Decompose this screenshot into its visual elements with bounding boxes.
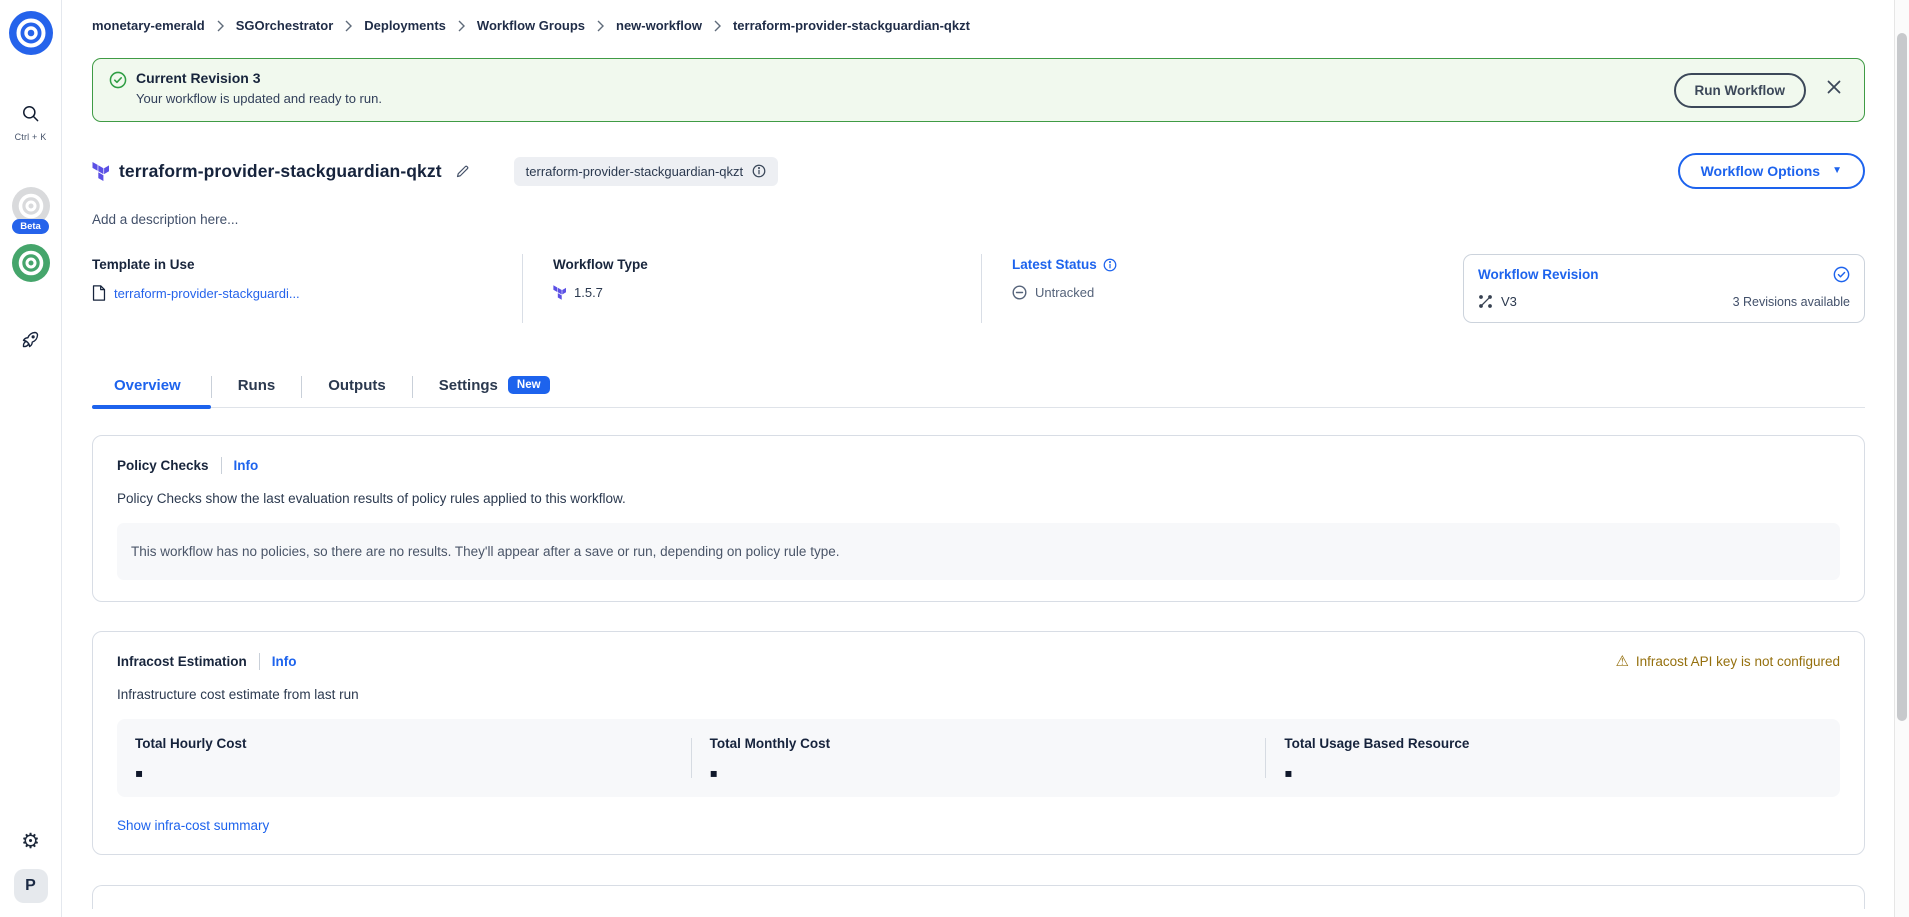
chevron-right-icon <box>713 20 722 32</box>
check-circle-icon <box>1833 266 1850 283</box>
infracost-title: Infracost Estimation <box>117 654 247 669</box>
terraform-icon <box>92 162 109 181</box>
policy-description: Policy Checks show the last evaluation r… <box>117 491 1840 506</box>
policy-checks-card: Policy Checks Info Policy Checks show th… <box>92 435 1865 602</box>
divider <box>259 653 260 670</box>
latest-status-value: Untracked <box>1035 285 1094 300</box>
page-title: terraform-provider-stackguardian-qkzt <box>119 161 442 182</box>
scrollbar-thumb[interactable] <box>1897 33 1907 721</box>
metric-usage-value: ▪ <box>1284 766 1822 780</box>
divider <box>221 457 222 474</box>
settings-gear-icon[interactable]: ⚙ <box>21 831 40 852</box>
revision-graph-icon <box>1478 294 1493 309</box>
policy-checks-title: Policy Checks <box>117 458 209 473</box>
metric-monthly-cost: Total Monthly Cost ▪ <box>692 736 1266 780</box>
breadcrumb-orchestrator[interactable]: SGOrchestrator <box>236 18 334 33</box>
revisions-available: 3 Revisions available <box>1733 295 1850 309</box>
latest-status-label[interactable]: Latest Status <box>1012 257 1463 272</box>
workflow-id-label: terraform-provider-stackguardian-qkzt <box>526 164 743 179</box>
terraform-icon <box>553 285 566 300</box>
close-icon[interactable] <box>1826 79 1842 95</box>
breadcrumb: monetary-emerald SGOrchestrator Deployme… <box>92 0 1865 33</box>
infracost-card: Infracost Estimation Info ⚠ Infracost AP… <box>92 631 1865 855</box>
file-icon <box>92 285 106 301</box>
workflow-options-button[interactable]: Workflow Options ▼ <box>1678 153 1865 189</box>
revision-banner: Current Revision 3 Your workflow is upda… <box>92 58 1865 122</box>
beta-badge: Beta <box>12 219 49 234</box>
revision-value: V3 <box>1501 294 1517 309</box>
warning-triangle-icon: ⚠ <box>1615 654 1628 669</box>
app-window: Ctrl + K Beta ⚙ P mon <box>0 0 1909 917</box>
search-shortcut-label: Ctrl + K <box>15 132 47 142</box>
tab-settings[interactable]: Settings New <box>413 374 576 407</box>
revision-title: Workflow Revision <box>1478 267 1599 282</box>
description-placeholder[interactable]: Add a description here... <box>92 212 1865 227</box>
info-icon[interactable] <box>1103 258 1117 272</box>
chevron-right-icon <box>216 20 225 32</box>
metric-hourly-value: ▪ <box>135 766 673 780</box>
metric-hourly-cost: Total Hourly Cost ▪ <box>117 736 691 780</box>
stackguardian-logo-icon[interactable] <box>8 10 54 56</box>
metric-usage-resource: Total Usage Based Resource ▪ <box>1266 736 1840 780</box>
new-badge: New <box>508 376 550 394</box>
workflow-revision-card[interactable]: Workflow Revision <box>1463 254 1865 323</box>
divider <box>981 254 982 323</box>
infracost-subtitle: Infrastructure cost estimate from last r… <box>117 687 1840 702</box>
template-link[interactable]: terraform-provider-stackguardi... <box>114 286 300 301</box>
sidebar-item-active-workspace[interactable] <box>11 243 51 283</box>
breadcrumb-workflow-group[interactable]: new-workflow <box>616 18 702 33</box>
infracost-warning: ⚠ Infracost API key is not configured <box>1615 654 1840 669</box>
edit-pencil-icon[interactable] <box>455 164 470 179</box>
workflow-id-chip[interactable]: terraform-provider-stackguardian-qkzt <box>514 157 778 186</box>
run-workflow-button[interactable]: Run Workflow <box>1674 73 1807 108</box>
policy-empty-message: This workflow has no policies, so there … <box>117 523 1840 580</box>
breadcrumb-workflow-groups[interactable]: Workflow Groups <box>477 18 585 33</box>
info-icon[interactable] <box>752 164 766 178</box>
workflow-type-value: 1.5.7 <box>574 285 603 300</box>
rocket-icon[interactable] <box>20 329 41 350</box>
workflow-options-label: Workflow Options <box>1701 163 1821 179</box>
chevron-right-icon <box>344 20 353 32</box>
template-label: Template in Use <box>92 257 522 272</box>
breadcrumb-workflow[interactable]: terraform-provider-stackguardian-qkzt <box>733 18 970 33</box>
cost-metrics: Total Hourly Cost ▪ Total Monthly Cost ▪… <box>117 719 1840 797</box>
tab-overview[interactable]: Overview <box>92 375 211 407</box>
tab-runs[interactable]: Runs <box>212 375 302 407</box>
metric-monthly-value: ▪ <box>710 766 1248 780</box>
banner-message: Your workflow is updated and ready to ru… <box>136 91 1674 106</box>
divider <box>522 254 523 323</box>
user-avatar[interactable]: P <box>14 869 48 903</box>
tab-bar: Overview Runs Outputs Settings New <box>92 374 1865 408</box>
infracost-info-link[interactable]: Info <box>272 654 297 669</box>
search-icon <box>21 104 40 123</box>
banner-title: Current Revision 3 <box>136 70 1674 86</box>
global-search-button[interactable]: Ctrl + K <box>15 104 47 142</box>
vertical-scrollbar[interactable] <box>1894 0 1909 917</box>
policy-info-link[interactable]: Info <box>234 458 259 473</box>
breadcrumb-deployments[interactable]: Deployments <box>364 18 446 33</box>
workflow-header: terraform-provider-stackguardian-qkzt te… <box>92 153 1865 189</box>
chevron-down-icon: ▼ <box>1832 166 1842 176</box>
avatar-initial: P <box>25 877 36 895</box>
show-infracost-summary-link[interactable]: Show infra-cost summary <box>117 818 269 833</box>
main-content: monetary-emerald SGOrchestrator Deployme… <box>62 0 1895 917</box>
workflow-type-label: Workflow Type <box>553 257 981 272</box>
next-section-card <box>92 885 1865 909</box>
check-circle-icon <box>109 71 127 89</box>
breadcrumb-org[interactable]: monetary-emerald <box>92 18 205 33</box>
untracked-status-icon <box>1012 285 1027 300</box>
chevron-right-icon <box>596 20 605 32</box>
workflow-meta-row: Template in Use terraform-provider-stack… <box>92 254 1865 323</box>
sidebar: Ctrl + K Beta ⚙ P <box>0 0 62 917</box>
chevron-right-icon <box>457 20 466 32</box>
tab-outputs[interactable]: Outputs <box>302 375 412 407</box>
